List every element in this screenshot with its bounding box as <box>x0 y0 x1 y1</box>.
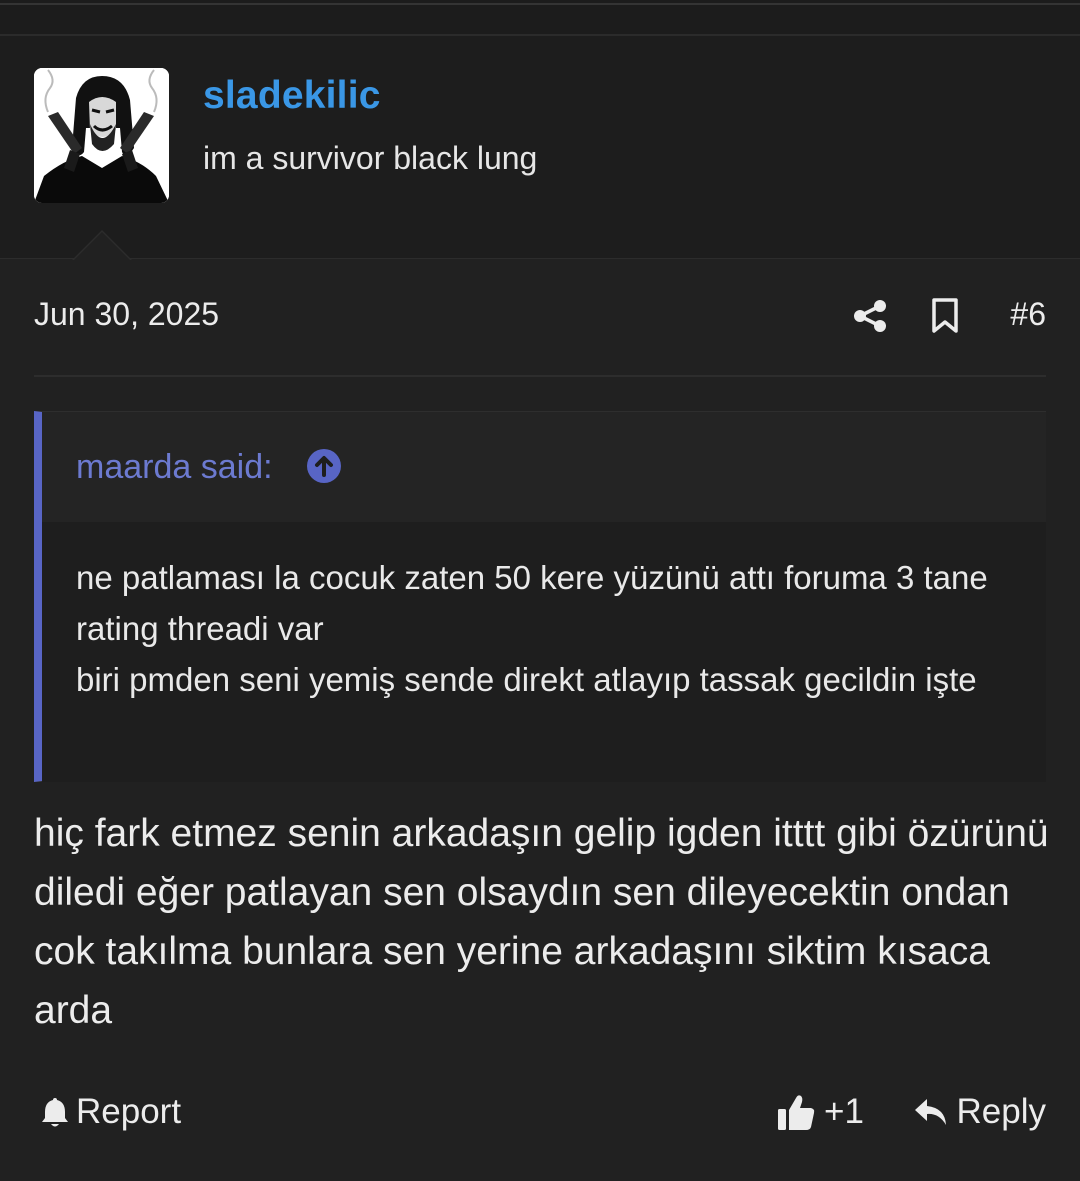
divider <box>34 375 1046 377</box>
top-strip <box>0 0 1080 36</box>
quote-author-link[interactable]: maarda said: <box>76 448 273 487</box>
divider <box>0 3 1080 5</box>
forum-post-page: sladekilic im a survivor black lung Jun … <box>0 0 1080 1181</box>
post-meta-bar: Jun 30, 2025 #6 <box>34 290 1046 346</box>
post-actions: Report +1 Reply <box>34 1088 1046 1138</box>
username-link[interactable]: sladekilic <box>203 74 381 118</box>
share-icon[interactable] <box>852 298 888 334</box>
like-button[interactable]: +1 <box>776 1088 864 1136</box>
reply-arrow-icon <box>914 1099 946 1125</box>
user-title: im a survivor black lung <box>203 140 538 176</box>
reply-button[interactable]: Reply <box>913 1088 1046 1136</box>
quote-block: maarda said: ne patlaması la cocuk zaten… <box>34 411 1046 782</box>
reply-label: Reply <box>956 1092 1046 1131</box>
post-body-text: hiç fark etmez senin arkadaşın gelip igd… <box>34 812 1049 1032</box>
post-number-link[interactable]: #6 <box>1010 296 1046 333</box>
quote-body: ne patlaması la cocuk zaten 50 kere yüzü… <box>42 522 1046 782</box>
like-count: +1 <box>824 1092 864 1131</box>
avatar-image <box>34 68 169 203</box>
quote-line: biri pmden seni yemiş sende direkt atlay… <box>76 661 977 698</box>
avatar[interactable] <box>34 68 169 203</box>
post-author-header: sladekilic im a survivor black lung <box>0 36 1080 259</box>
bookmark-icon[interactable] <box>930 298 960 334</box>
header-pointer-fill <box>74 232 130 260</box>
quote-header: maarda said: <box>42 412 1046 522</box>
quote-text: ne patlaması la cocuk zaten 50 kere yüzü… <box>76 552 1026 705</box>
report-button[interactable]: Report <box>40 1088 181 1136</box>
post-date[interactable]: Jun 30, 2025 <box>34 296 219 333</box>
bell-icon <box>42 1098 68 1127</box>
thumbs-up-icon <box>778 1095 815 1130</box>
arrow-up-circle-icon[interactable] <box>306 448 342 484</box>
report-label: Report <box>76 1092 182 1131</box>
quote-line: ne patlaması la cocuk zaten 50 kere yüzü… <box>76 559 988 647</box>
